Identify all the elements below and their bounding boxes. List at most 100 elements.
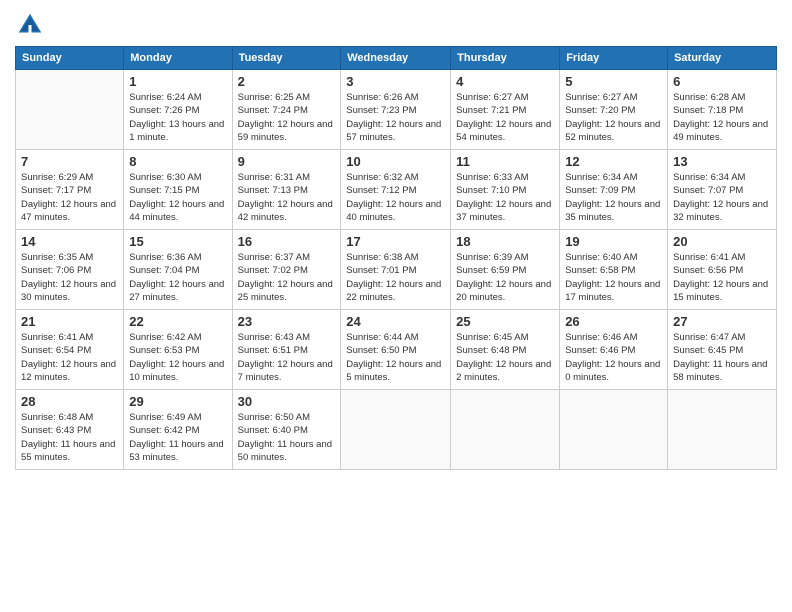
calendar-cell: 13 Sunrise: 6:34 AM Sunset: 7:07 PM Dayli… — [668, 150, 777, 230]
weekday-header: Thursday — [451, 47, 560, 70]
day-number: 8 — [129, 154, 226, 169]
calendar-cell: 26 Sunrise: 6:46 AM Sunset: 6:46 PM Dayli… — [560, 310, 668, 390]
calendar-cell: 11Sunrise: 6:33 AM Sunset: 7:10 PM Dayli… — [451, 150, 560, 230]
day-number: 26 — [565, 314, 662, 329]
day-info: Sunrise: 6:46 AM Sunset: 6:46 PM Dayligh… — [565, 331, 662, 384]
day-info: Sunrise: 6:37 AM Sunset: 7:02 PM Dayligh… — [238, 251, 336, 304]
day-number: 13 — [673, 154, 771, 169]
day-info: Sunrise: 6:49 AM Sunset: 6:42 PM Dayligh… — [129, 411, 226, 464]
calendar-cell: 22 Sunrise: 6:42 AM Sunset: 6:53 PM Dayli… — [124, 310, 232, 390]
day-number: 22 — [129, 314, 226, 329]
day-info: Sunrise: 6:34 AM Sunset: 7:09 PM Dayligh… — [565, 171, 662, 224]
day-info: Sunrise: 6:38 AM Sunset: 7:01 PM Dayligh… — [346, 251, 445, 304]
calendar-cell: 8 Sunrise: 6:30 AM Sunset: 7:15 PM Daylig… — [124, 150, 232, 230]
day-info: Sunrise: 6:27 AM Sunset: 7:21 PM Dayligh… — [456, 91, 554, 144]
day-number: 12 — [565, 154, 662, 169]
calendar-cell: 24 Sunrise: 6:44 AM Sunset: 6:50 PM Dayli… — [341, 310, 451, 390]
day-number: 3 — [346, 74, 445, 89]
calendar-cell: 25 Sunrise: 6:45 AM Sunset: 6:48 PM Dayli… — [451, 310, 560, 390]
day-info: Sunrise: 6:43 AM Sunset: 6:51 PM Dayligh… — [238, 331, 336, 384]
day-number: 18 — [456, 234, 554, 249]
day-number: 1 — [129, 74, 226, 89]
day-number: 19 — [565, 234, 662, 249]
day-number: 30 — [238, 394, 336, 409]
calendar-header-row: SundayMondayTuesdayWednesdayThursdayFrid… — [16, 47, 777, 70]
day-info: Sunrise: 6:31 AM Sunset: 7:13 PM Dayligh… — [238, 171, 336, 224]
calendar-cell: 10Sunrise: 6:32 AM Sunset: 7:12 PM Dayli… — [341, 150, 451, 230]
calendar-week-row: 21Sunrise: 6:41 AM Sunset: 6:54 PM Dayli… — [16, 310, 777, 390]
calendar-cell: 14Sunrise: 6:35 AM Sunset: 7:06 PM Dayli… — [16, 230, 124, 310]
day-info: Sunrise: 6:27 AM Sunset: 7:20 PM Dayligh… — [565, 91, 662, 144]
calendar-cell — [341, 390, 451, 470]
weekday-header: Sunday — [16, 47, 124, 70]
day-number: 24 — [346, 314, 445, 329]
logo — [15, 10, 49, 40]
day-info: Sunrise: 6:34 AM Sunset: 7:07 PM Dayligh… — [673, 171, 771, 224]
calendar-cell: 2 Sunrise: 6:25 AM Sunset: 7:24 PM Daylig… — [232, 70, 341, 150]
calendar-week-row: 7Sunrise: 6:29 AM Sunset: 7:17 PM Daylig… — [16, 150, 777, 230]
day-number: 23 — [238, 314, 336, 329]
weekday-header: Friday — [560, 47, 668, 70]
day-info: Sunrise: 6:41 AM Sunset: 6:56 PM Dayligh… — [673, 251, 771, 304]
day-number: 10 — [346, 154, 445, 169]
day-info: Sunrise: 6:30 AM Sunset: 7:15 PM Dayligh… — [129, 171, 226, 224]
day-info: Sunrise: 6:41 AM Sunset: 6:54 PM Dayligh… — [21, 331, 118, 384]
calendar-cell: 30 Sunrise: 6:50 AM Sunset: 6:40 PM Dayli… — [232, 390, 341, 470]
day-info: Sunrise: 6:25 AM Sunset: 7:24 PM Dayligh… — [238, 91, 336, 144]
day-info: Sunrise: 6:36 AM Sunset: 7:04 PM Dayligh… — [129, 251, 226, 304]
calendar-week-row: 1 Sunrise: 6:24 AM Sunset: 7:26 PM Daylig… — [16, 70, 777, 150]
calendar-body: 1 Sunrise: 6:24 AM Sunset: 7:26 PM Daylig… — [16, 70, 777, 470]
day-info: Sunrise: 6:45 AM Sunset: 6:48 PM Dayligh… — [456, 331, 554, 384]
calendar-week-row: 28 Sunrise: 6:48 AM Sunset: 6:43 PM Dayli… — [16, 390, 777, 470]
weekday-header: Saturday — [668, 47, 777, 70]
calendar-cell: 19 Sunrise: 6:40 AM Sunset: 6:58 PM Dayli… — [560, 230, 668, 310]
day-number: 2 — [238, 74, 336, 89]
calendar-cell — [16, 70, 124, 150]
day-info: Sunrise: 6:50 AM Sunset: 6:40 PM Dayligh… — [238, 411, 336, 464]
day-number: 9 — [238, 154, 336, 169]
day-number: 25 — [456, 314, 554, 329]
calendar-cell: 5 Sunrise: 6:27 AM Sunset: 7:20 PM Daylig… — [560, 70, 668, 150]
day-info: Sunrise: 6:29 AM Sunset: 7:17 PM Dayligh… — [21, 171, 118, 224]
header — [15, 10, 777, 40]
calendar-cell: 17 Sunrise: 6:38 AM Sunset: 7:01 PM Dayli… — [341, 230, 451, 310]
day-number: 28 — [21, 394, 118, 409]
calendar-cell: 3Sunrise: 6:26 AM Sunset: 7:23 PM Daylig… — [341, 70, 451, 150]
weekday-header: Wednesday — [341, 47, 451, 70]
day-info: Sunrise: 6:40 AM Sunset: 6:58 PM Dayligh… — [565, 251, 662, 304]
calendar-table: SundayMondayTuesdayWednesdayThursdayFrid… — [15, 46, 777, 470]
weekday-header: Monday — [124, 47, 232, 70]
day-number: 6 — [673, 74, 771, 89]
day-info: Sunrise: 6:24 AM Sunset: 7:26 PM Dayligh… — [129, 91, 226, 144]
calendar-cell — [451, 390, 560, 470]
day-info: Sunrise: 6:28 AM Sunset: 7:18 PM Dayligh… — [673, 91, 771, 144]
logo-icon — [15, 10, 45, 40]
calendar-cell: 4Sunrise: 6:27 AM Sunset: 7:21 PM Daylig… — [451, 70, 560, 150]
calendar-cell: 20 Sunrise: 6:41 AM Sunset: 6:56 PM Dayli… — [668, 230, 777, 310]
calendar-cell: 9 Sunrise: 6:31 AM Sunset: 7:13 PM Daylig… — [232, 150, 341, 230]
day-number: 5 — [565, 74, 662, 89]
calendar-week-row: 14Sunrise: 6:35 AM Sunset: 7:06 PM Dayli… — [16, 230, 777, 310]
calendar-cell — [668, 390, 777, 470]
calendar-cell: 28 Sunrise: 6:48 AM Sunset: 6:43 PM Dayli… — [16, 390, 124, 470]
day-info: Sunrise: 6:42 AM Sunset: 6:53 PM Dayligh… — [129, 331, 226, 384]
day-number: 16 — [238, 234, 336, 249]
weekday-header: Tuesday — [232, 47, 341, 70]
calendar-cell: 16 Sunrise: 6:37 AM Sunset: 7:02 PM Dayli… — [232, 230, 341, 310]
calendar-cell: 15 Sunrise: 6:36 AM Sunset: 7:04 PM Dayli… — [124, 230, 232, 310]
page: SundayMondayTuesdayWednesdayThursdayFrid… — [0, 0, 792, 612]
day-info: Sunrise: 6:44 AM Sunset: 6:50 PM Dayligh… — [346, 331, 445, 384]
day-info: Sunrise: 6:47 AM Sunset: 6:45 PM Dayligh… — [673, 331, 771, 384]
calendar-cell: 21Sunrise: 6:41 AM Sunset: 6:54 PM Dayli… — [16, 310, 124, 390]
calendar-cell: 12 Sunrise: 6:34 AM Sunset: 7:09 PM Dayli… — [560, 150, 668, 230]
day-number: 29 — [129, 394, 226, 409]
calendar-cell: 18 Sunrise: 6:39 AM Sunset: 6:59 PM Dayli… — [451, 230, 560, 310]
day-number: 27 — [673, 314, 771, 329]
day-info: Sunrise: 6:48 AM Sunset: 6:43 PM Dayligh… — [21, 411, 118, 464]
calendar-cell: 1 Sunrise: 6:24 AM Sunset: 7:26 PM Daylig… — [124, 70, 232, 150]
day-info: Sunrise: 6:39 AM Sunset: 6:59 PM Dayligh… — [456, 251, 554, 304]
day-number: 20 — [673, 234, 771, 249]
day-number: 15 — [129, 234, 226, 249]
calendar-cell: 27 Sunrise: 6:47 AM Sunset: 6:45 PM Dayli… — [668, 310, 777, 390]
day-number: 17 — [346, 234, 445, 249]
